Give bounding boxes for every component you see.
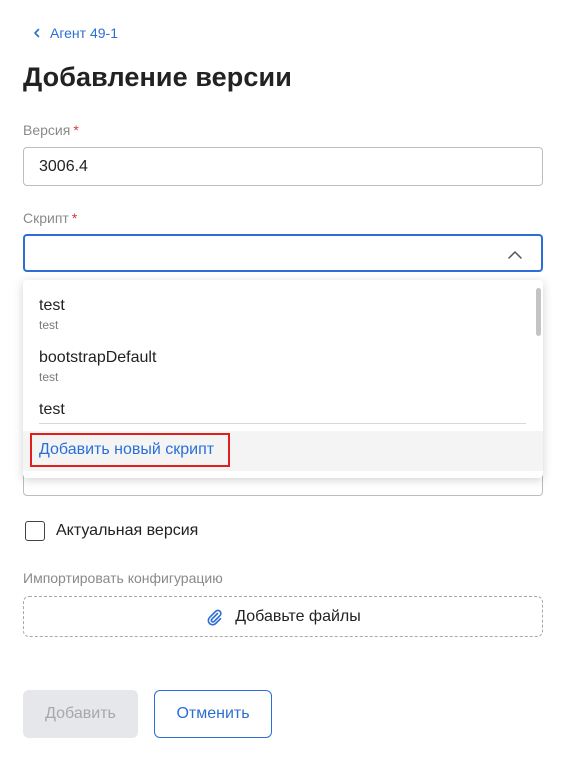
dropdown-divider [39, 423, 526, 424]
option-title: test [39, 401, 65, 418]
script-dropdown: test test bootstrapDefault test test Доб… [23, 280, 543, 478]
chevron-up-icon[interactable] [507, 247, 523, 263]
actual-version-checkbox[interactable] [25, 521, 45, 541]
dropdown-option[interactable]: test test [39, 297, 65, 332]
add-new-script-button[interactable]: Добавить новый скрипт [30, 433, 230, 467]
add-version-page: Агент 49-1 Добавление версии Версия * 300… [0, 0, 578, 757]
actual-version-checkbox-row[interactable]: Актуальная версия [25, 521, 198, 541]
dropzone-label: Добавьте файлы [235, 607, 361, 625]
dropdown-option[interactable]: bootstrapDefault test [39, 349, 156, 384]
version-input-value: 3006.4 [39, 157, 88, 175]
version-label: Версия * [23, 122, 79, 138]
chevron-left-icon [34, 28, 40, 38]
breadcrumb-label: Агент 49-1 [50, 25, 118, 41]
file-dropzone[interactable]: Добавьте файлы [23, 596, 543, 637]
required-mark: * [71, 210, 78, 226]
option-subtitle: test [39, 318, 59, 332]
version-label-text: Версия [23, 122, 71, 138]
script-label: Скрипт * [23, 210, 77, 226]
option-title: test [39, 297, 65, 314]
version-input[interactable]: 3006.4 [23, 147, 543, 186]
actual-version-label: Актуальная версия [56, 522, 199, 539]
dropdown-scrollbar[interactable] [536, 288, 541, 336]
paperclip-icon [207, 609, 222, 626]
required-mark: * [73, 122, 79, 138]
breadcrumb-back-link[interactable]: Агент 49-1 [32, 25, 118, 41]
dropdown-option[interactable]: test [39, 401, 65, 419]
add-button[interactable]: Добавить [23, 690, 138, 738]
dropdown-footer: Добавить новый скрипт [23, 431, 543, 471]
page-title: Добавление версии [23, 62, 292, 92]
import-config-label: Импортировать конфигурацию [23, 570, 223, 586]
cancel-button[interactable]: Отменить [154, 690, 272, 738]
option-subtitle: test [39, 370, 59, 384]
script-label-text: Скрипт [23, 210, 69, 226]
option-title: bootstrapDefault [39, 349, 157, 366]
script-select[interactable] [23, 234, 543, 272]
